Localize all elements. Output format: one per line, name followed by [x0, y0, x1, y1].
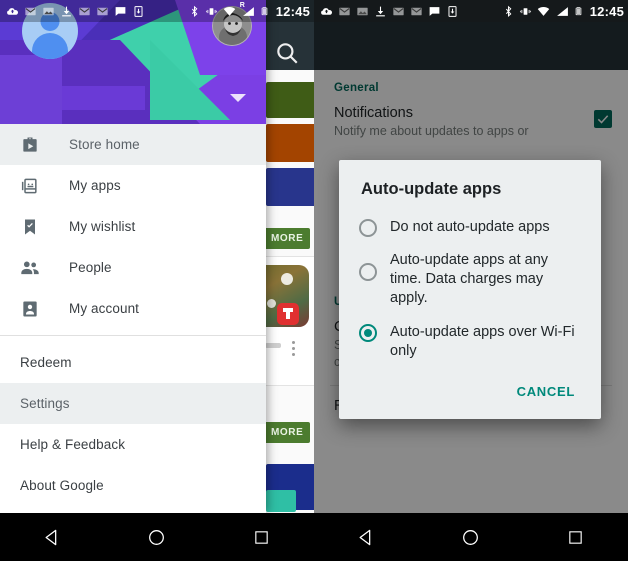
- drawer-item-label: People: [69, 260, 112, 275]
- gmail-icon: [339, 7, 350, 15]
- content-card[interactable]: [266, 124, 314, 162]
- gmail-icon: [97, 7, 108, 15]
- drawer-item-redeem[interactable]: Redeem: [0, 342, 266, 383]
- download-icon: [376, 6, 385, 16]
- content-card[interactable]: [266, 168, 314, 206]
- radio-option-do-not-auto-update[interactable]: Do not auto-update apps: [339, 211, 601, 244]
- radio-label: Do not auto-update apps: [390, 219, 550, 235]
- bluetooth-icon: [505, 5, 512, 17]
- content-card-accent: [266, 490, 296, 512]
- drawer-item-label: Help & Feedback: [20, 437, 126, 452]
- android-navigation-bar: [314, 513, 628, 561]
- right-screen-settings-dialog: Settings General Notifications Notify me…: [314, 0, 628, 561]
- drawer-item-label: Redeem: [20, 355, 72, 370]
- drawer-item-label: My account: [69, 301, 140, 316]
- status-bar-system-icons: 12:45: [502, 4, 624, 19]
- app-badge-icon: [277, 303, 299, 325]
- radio-icon-selected: [359, 323, 377, 342]
- auto-update-apps-dialog: Auto-update apps Do not auto-update apps…: [339, 160, 601, 419]
- drawer-item-help-feedback[interactable]: Help & Feedback: [0, 424, 266, 465]
- recents-square-icon[interactable]: [554, 515, 598, 559]
- screenshot-pair: MORE MORE Store home My apps My wishlist…: [0, 0, 628, 561]
- home-circle-icon[interactable]: [449, 515, 493, 559]
- status-bar: R 12:45: [0, 0, 314, 22]
- message-icon: [429, 6, 440, 16]
- gmail-icon: [411, 7, 422, 15]
- status-bar-notification-icons: [6, 5, 188, 18]
- download-box-icon: [448, 5, 457, 17]
- status-bar-clock: 12:45: [275, 3, 310, 19]
- cancel-button[interactable]: CANCEL: [511, 380, 581, 403]
- left-screen-play-store-drawer: MORE MORE Store home My apps My wishlist…: [0, 0, 314, 561]
- back-triangle-icon[interactable]: [30, 515, 74, 559]
- wifi-icon: [223, 6, 235, 16]
- status-bar-system-icons: R 12:45: [188, 1, 310, 19]
- radio-icon: [359, 263, 377, 282]
- bookmark-check-icon: [18, 215, 42, 239]
- image-icon: [357, 7, 368, 15]
- drawer-divider: [0, 335, 266, 336]
- drawer-item-people[interactable]: People: [0, 247, 266, 288]
- search-icon[interactable]: [274, 40, 300, 66]
- drawer-item-label: My apps: [69, 178, 121, 193]
- radio-label: Auto-update apps at any time. Data charg…: [390, 252, 549, 307]
- drawer-item-my-apps[interactable]: My apps: [0, 165, 266, 206]
- bluetooth-icon: [191, 5, 198, 17]
- store-bag-icon: [18, 133, 42, 157]
- message-icon: [115, 6, 126, 16]
- drawer-item-store-home[interactable]: Store home: [0, 124, 266, 165]
- battery-icon: [575, 7, 582, 16]
- vibrate-icon: [205, 7, 217, 15]
- wifi-icon: [537, 6, 549, 16]
- roaming-label: R: [239, 1, 245, 9]
- drawer-item-about-google[interactable]: About Google: [0, 465, 266, 506]
- people-icon: [18, 256, 42, 280]
- drawer-item-label: Settings: [20, 396, 70, 411]
- gmail-icon: [25, 7, 36, 15]
- radio-option-any-time[interactable]: Auto-update apps at any time. Data charg…: [339, 244, 601, 315]
- home-circle-icon[interactable]: [135, 515, 179, 559]
- gmail-icon: [393, 7, 404, 15]
- status-bar-notification-icons: [320, 5, 502, 18]
- drawer-item-label: Store home: [69, 137, 140, 152]
- roaming-signal-icon: [556, 6, 568, 16]
- dialog-actions: CANCEL: [339, 368, 601, 413]
- app-title-line: [265, 343, 281, 348]
- status-bar-clock: 12:45: [589, 3, 624, 19]
- radio-icon: [359, 219, 377, 237]
- drawer-item-settings[interactable]: Settings: [0, 383, 266, 424]
- drawer-item-my-account[interactable]: My account: [0, 288, 266, 329]
- more-button[interactable]: MORE: [264, 422, 311, 443]
- my-apps-icon: [18, 174, 42, 198]
- android-navigation-bar: [0, 513, 314, 561]
- gmail-icon: [79, 7, 90, 15]
- content-card[interactable]: [266, 82, 314, 118]
- vibrate-icon: [519, 7, 531, 15]
- cloud-upload-icon: [321, 7, 333, 15]
- image-icon: [43, 7, 54, 15]
- drawer-item-my-wishlist[interactable]: My wishlist: [0, 206, 266, 247]
- more-button[interactable]: MORE: [264, 228, 311, 249]
- status-bar: 12:45: [314, 0, 628, 22]
- account-box-icon: [18, 297, 42, 321]
- navigation-drawer: Store home My apps My wishlist People My…: [0, 0, 266, 513]
- overflow-menu-icon[interactable]: [292, 341, 295, 359]
- drawer-item-list: Store home My apps My wishlist People My…: [0, 124, 266, 513]
- cloud-upload-icon: [7, 7, 19, 15]
- app-tile[interactable]: [247, 256, 314, 386]
- battery-icon: [261, 7, 268, 16]
- download-icon: [62, 6, 71, 16]
- drawer-item-label: My wishlist: [69, 219, 136, 234]
- avatar-body: [32, 33, 68, 59]
- download-box-icon: [134, 5, 143, 17]
- radio-label: Auto-update apps over Wi-Fi only: [390, 323, 575, 359]
- back-triangle-icon[interactable]: [344, 515, 388, 559]
- drawer-item-label: About Google: [20, 478, 104, 493]
- dialog-title: Auto-update apps: [361, 180, 502, 198]
- recents-square-icon[interactable]: [240, 515, 284, 559]
- radio-option-wifi-only[interactable]: Auto-update apps over Wi-Fi only: [339, 316, 601, 368]
- account-switcher-caret[interactable]: [230, 94, 246, 102]
